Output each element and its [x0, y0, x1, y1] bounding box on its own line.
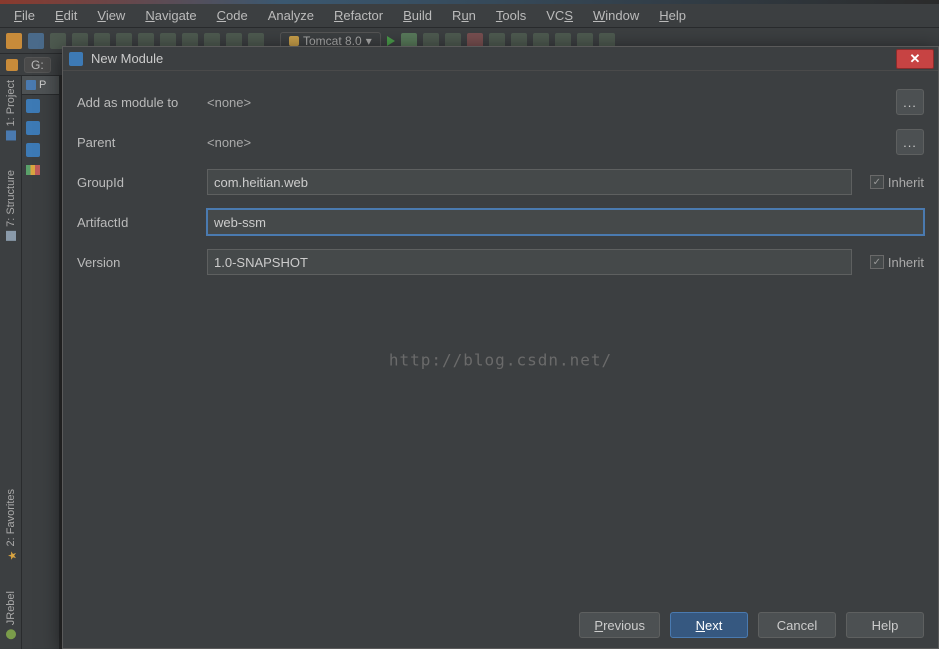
- inherit-label: Inherit: [888, 175, 924, 190]
- watermark-text: http://blog.csdn.net/: [389, 350, 612, 369]
- menu-run[interactable]: Run: [444, 6, 484, 25]
- add-as-module-to-value: <none>: [207, 95, 886, 110]
- dialog-footer: Previous Next Cancel Help: [579, 612, 924, 638]
- menu-navigate[interactable]: Navigate: [137, 6, 204, 25]
- version-inherit-checkbox[interactable]: ✓ Inherit: [870, 255, 924, 270]
- menu-view[interactable]: View: [89, 6, 133, 25]
- external-libs-icon: [26, 165, 40, 175]
- module-icon: [26, 143, 40, 157]
- menu-code[interactable]: Code: [209, 6, 256, 25]
- version-input[interactable]: [207, 249, 852, 275]
- module-icon: [26, 121, 40, 135]
- dialog-titlebar: New Module ✕: [63, 47, 938, 71]
- dialog-title: New Module: [91, 51, 896, 66]
- project-tab[interactable]: P: [22, 76, 59, 95]
- star-icon: ★: [6, 551, 16, 561]
- menu-build[interactable]: Build: [395, 6, 440, 25]
- checkbox-icon: ✓: [870, 175, 884, 189]
- module-icon: [69, 52, 83, 66]
- project-item-module-2[interactable]: [22, 117, 59, 139]
- tomcat-icon: [289, 36, 299, 46]
- menu-file[interactable]: File: [6, 6, 43, 25]
- next-button[interactable]: Next: [670, 612, 748, 638]
- close-icon: ✕: [910, 51, 921, 67]
- parent-browse-button[interactable]: ...: [896, 129, 924, 155]
- artifactid-input[interactable]: [207, 209, 924, 235]
- project-icon: [6, 130, 16, 140]
- menu-edit[interactable]: Edit: [47, 6, 85, 25]
- project-item-external[interactable]: [22, 161, 59, 179]
- main-menubar: File Edit View Navigate Code Analyze Ref…: [0, 4, 939, 28]
- menu-analyze[interactable]: Analyze: [260, 6, 322, 25]
- groupid-label: GroupId: [77, 175, 197, 190]
- project-tab-icon: [26, 80, 36, 90]
- close-button[interactable]: ✕: [896, 49, 934, 69]
- toolwindow-jrebel[interactable]: JRebel: [5, 591, 17, 639]
- jrebel-icon: [6, 629, 16, 639]
- module-icon: [26, 99, 40, 113]
- run-icon[interactable]: [387, 36, 395, 46]
- structure-icon: [6, 231, 16, 241]
- add-as-module-to-browse-button[interactable]: ...: [896, 89, 924, 115]
- menu-refactor[interactable]: Refactor: [326, 6, 391, 25]
- save-icon[interactable]: [28, 33, 44, 49]
- project-item-module-1[interactable]: [22, 95, 59, 117]
- project-item-module-3[interactable]: [22, 139, 59, 161]
- menu-tools[interactable]: Tools: [488, 6, 534, 25]
- parent-value: <none>: [207, 135, 886, 150]
- project-panel: P: [22, 76, 60, 649]
- checkbox-icon: ✓: [870, 255, 884, 269]
- toolwindow-project[interactable]: 1: Project: [5, 80, 17, 140]
- toolwindow-structure[interactable]: 7: Structure: [5, 170, 17, 241]
- groupid-input[interactable]: [207, 169, 852, 195]
- add-as-module-to-label: Add as module to: [77, 95, 197, 110]
- menu-help[interactable]: Help: [651, 6, 694, 25]
- help-button[interactable]: Help: [846, 612, 924, 638]
- folder-icon: [6, 59, 18, 71]
- new-module-dialog: New Module ✕ Add as module to <none> ...…: [62, 46, 939, 649]
- menu-window[interactable]: Window: [585, 6, 647, 25]
- path-root[interactable]: G:: [24, 57, 51, 73]
- open-icon[interactable]: [6, 33, 22, 49]
- inherit-label: Inherit: [888, 255, 924, 270]
- menu-vcs[interactable]: VCS: [538, 6, 581, 25]
- cancel-button[interactable]: Cancel: [758, 612, 836, 638]
- artifactid-label: ArtifactId: [77, 215, 197, 230]
- previous-button[interactable]: Previous: [579, 612, 660, 638]
- groupid-inherit-checkbox[interactable]: ✓ Inherit: [870, 175, 924, 190]
- parent-label: Parent: [77, 135, 197, 150]
- toolwindow-favorites[interactable]: ★ 2: Favorites: [5, 489, 17, 560]
- left-tool-rail: 1: Project 7: Structure ★ 2: Favorites J…: [0, 76, 22, 649]
- dialog-body: Add as module to <none> ... Parent <none…: [63, 71, 938, 648]
- version-label: Version: [77, 255, 197, 270]
